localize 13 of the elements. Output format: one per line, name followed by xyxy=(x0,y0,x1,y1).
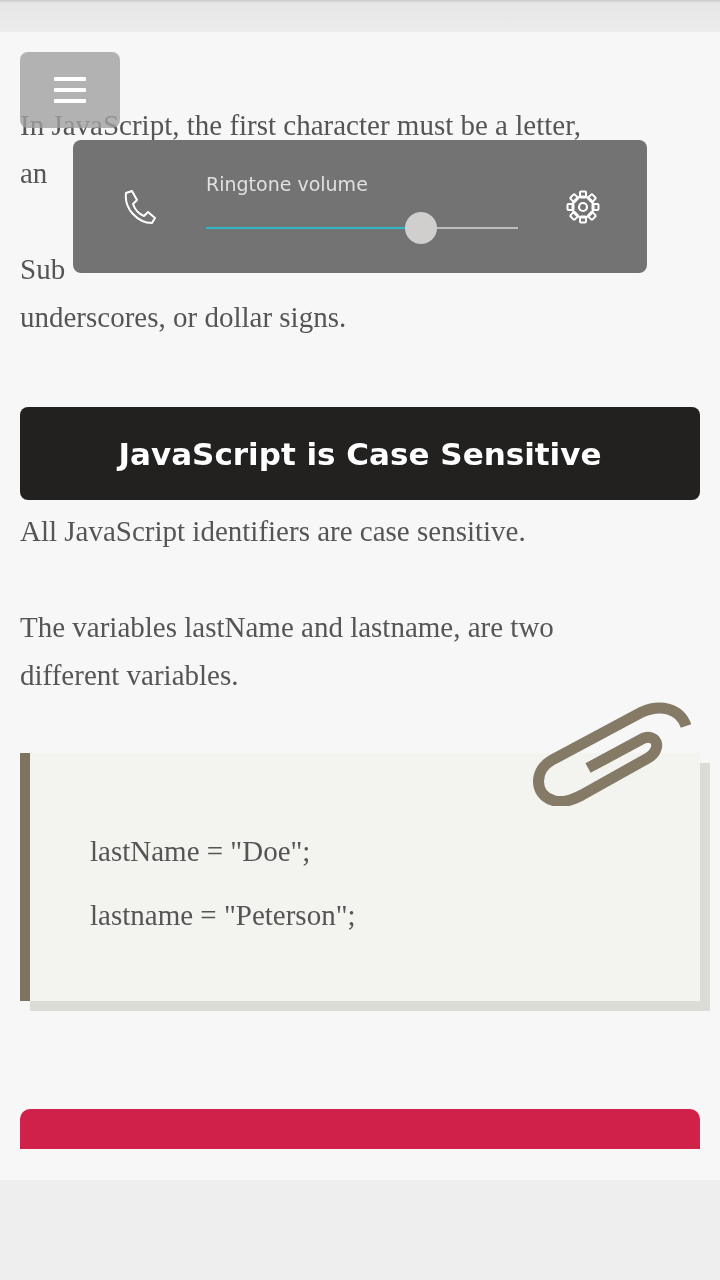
code-line: lastname = "Peterson"; xyxy=(90,898,357,933)
text-line: an xyxy=(20,156,48,191)
settings-icon[interactable] xyxy=(566,189,600,224)
volume-slider[interactable] xyxy=(206,211,518,244)
text-line: Sub xyxy=(20,252,66,287)
menu-icon xyxy=(54,77,86,103)
text-line: underscores, or dollar signs. xyxy=(20,300,347,335)
section-heading: JavaScript is Case Sensitive xyxy=(20,407,700,500)
text-line: different variables. xyxy=(20,658,239,693)
code-line: lastName = "Doe"; xyxy=(90,834,312,869)
text-line: All JavaScript identifiers are case sensitive. xyxy=(20,514,526,549)
volume-label: Ringtone volume xyxy=(206,171,369,196)
text-line: The variables lastName and lastname, are two xyxy=(20,610,554,645)
